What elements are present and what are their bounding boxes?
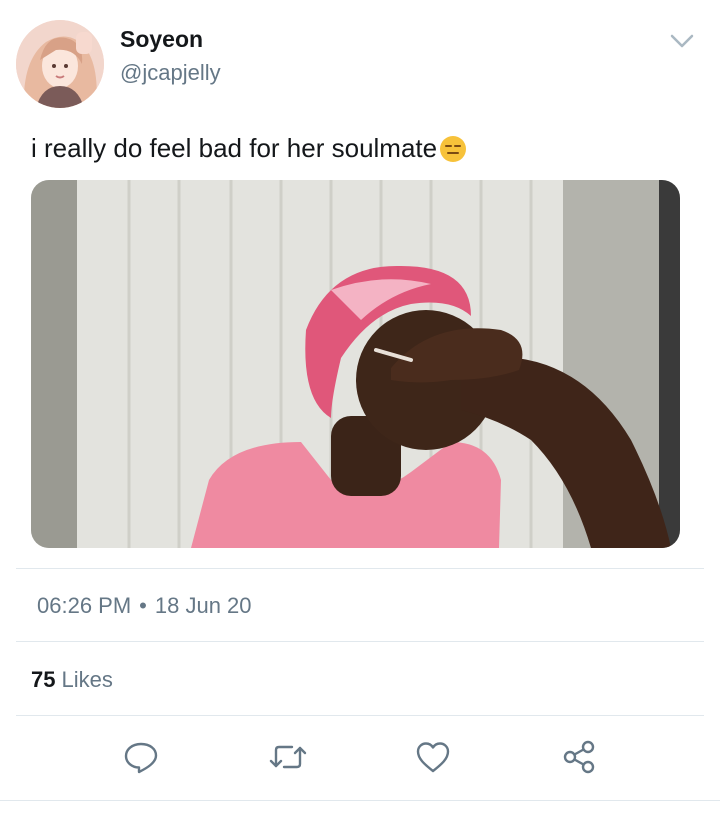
chevron-down-icon — [670, 34, 694, 48]
divider — [16, 641, 704, 642]
tweet-time: 06:26 PM — [37, 593, 132, 618]
share-button[interactable] — [557, 735, 601, 779]
likes-count: 75 — [31, 667, 56, 692]
retweet-icon — [269, 745, 307, 769]
tweet-media-image[interactable] — [31, 180, 680, 548]
tweet-timestamp[interactable]: 06:26 PM • 18 Jun 20 — [37, 593, 252, 619]
tweet-text: i really do feel bad for her soulmate — [31, 133, 467, 164]
photo-person-covering-face — [31, 180, 680, 548]
divider — [16, 568, 704, 569]
bottom-divider — [0, 800, 720, 801]
tweet-header: Soyeon @jcapjelly — [0, 0, 720, 120]
display-name[interactable]: Soyeon — [120, 26, 203, 53]
retweet-button[interactable] — [266, 735, 310, 779]
like-button[interactable] — [411, 735, 455, 779]
reply-button[interactable] — [119, 735, 163, 779]
reply-icon — [124, 742, 158, 774]
tweet-text-content: i really do feel bad for her soulmate — [31, 133, 438, 163]
expressionless-face-emoji — [439, 135, 467, 163]
heart-icon — [416, 742, 450, 773]
divider — [16, 715, 704, 716]
avatar[interactable] — [16, 20, 104, 108]
tweet-menu-button[interactable] — [664, 28, 700, 54]
likes-stat[interactable]: 75 Likes — [31, 667, 113, 693]
likes-label: Likes — [61, 667, 113, 692]
share-icon — [563, 740, 595, 774]
user-handle[interactable]: @jcapjelly — [120, 60, 221, 86]
timestamp-separator: • — [139, 593, 147, 618]
tweet-date: 18 Jun 20 — [154, 593, 252, 618]
